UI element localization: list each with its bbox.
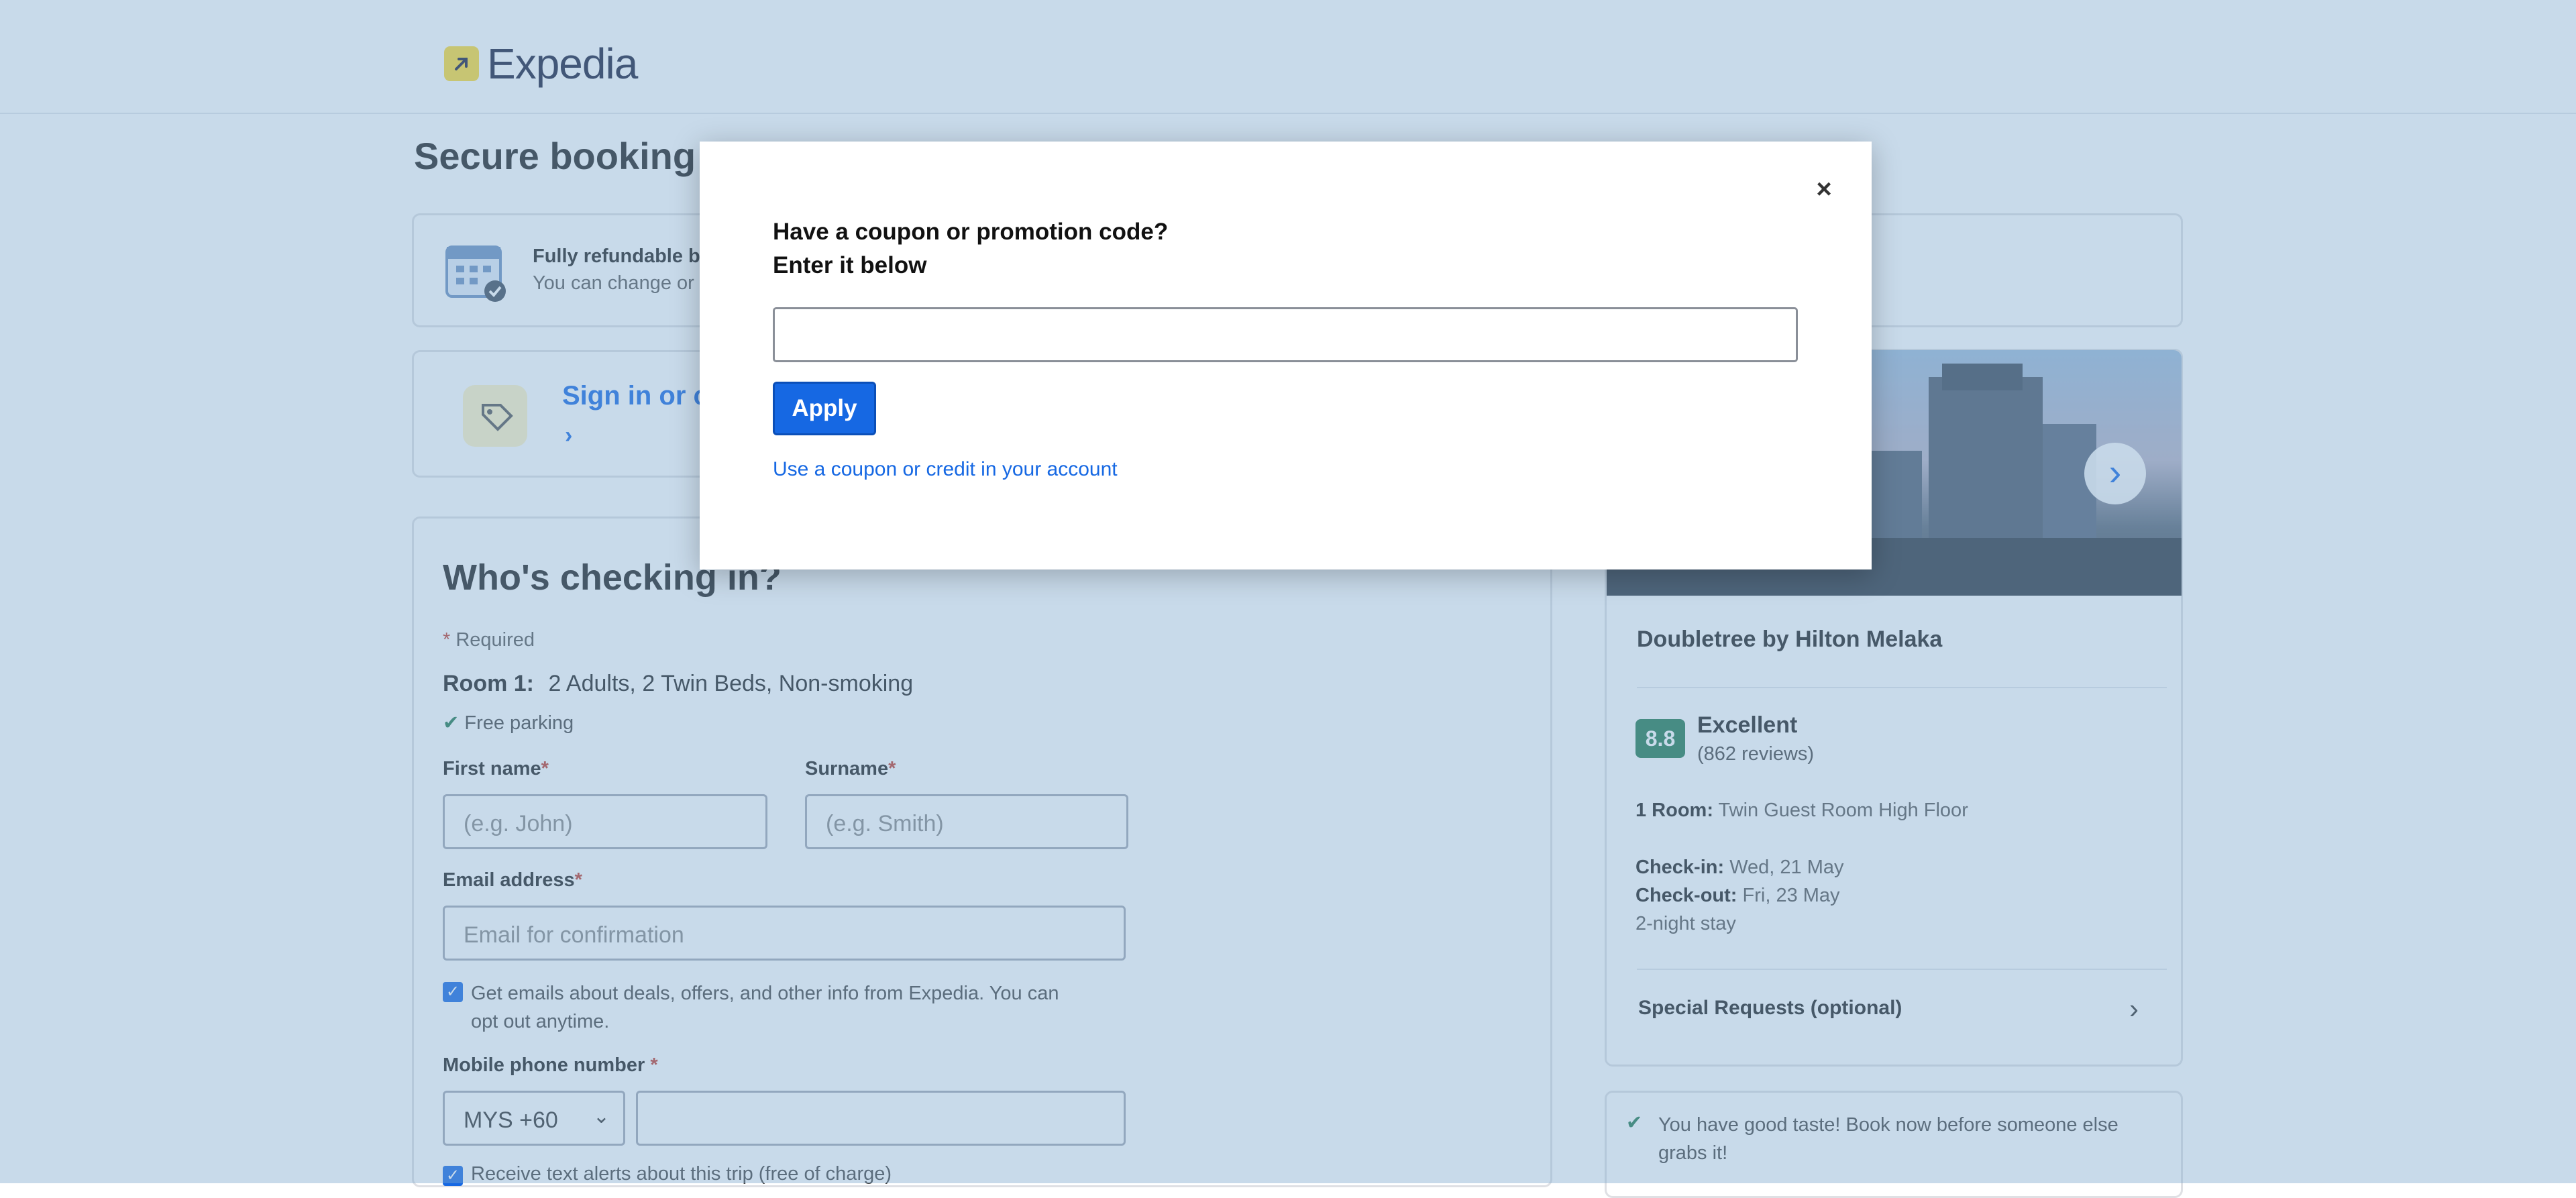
coupon-dialog-title-line2: Enter it below — [773, 252, 927, 278]
use-account-credit-link[interactable]: Use a coupon or credit in your account — [773, 458, 1118, 481]
coupon-dialog-title: Have a coupon or promotion code? Enter i… — [773, 215, 1168, 282]
close-icon[interactable]: × — [1809, 174, 1839, 205]
apply-button[interactable]: Apply — [773, 382, 876, 435]
coupon-dialog-title-line1: Have a coupon or promotion code? — [773, 219, 1169, 245]
coupon-dialog: × Have a coupon or promotion code? Enter… — [700, 142, 1872, 569]
coupon-code-input[interactable] — [773, 307, 1798, 362]
